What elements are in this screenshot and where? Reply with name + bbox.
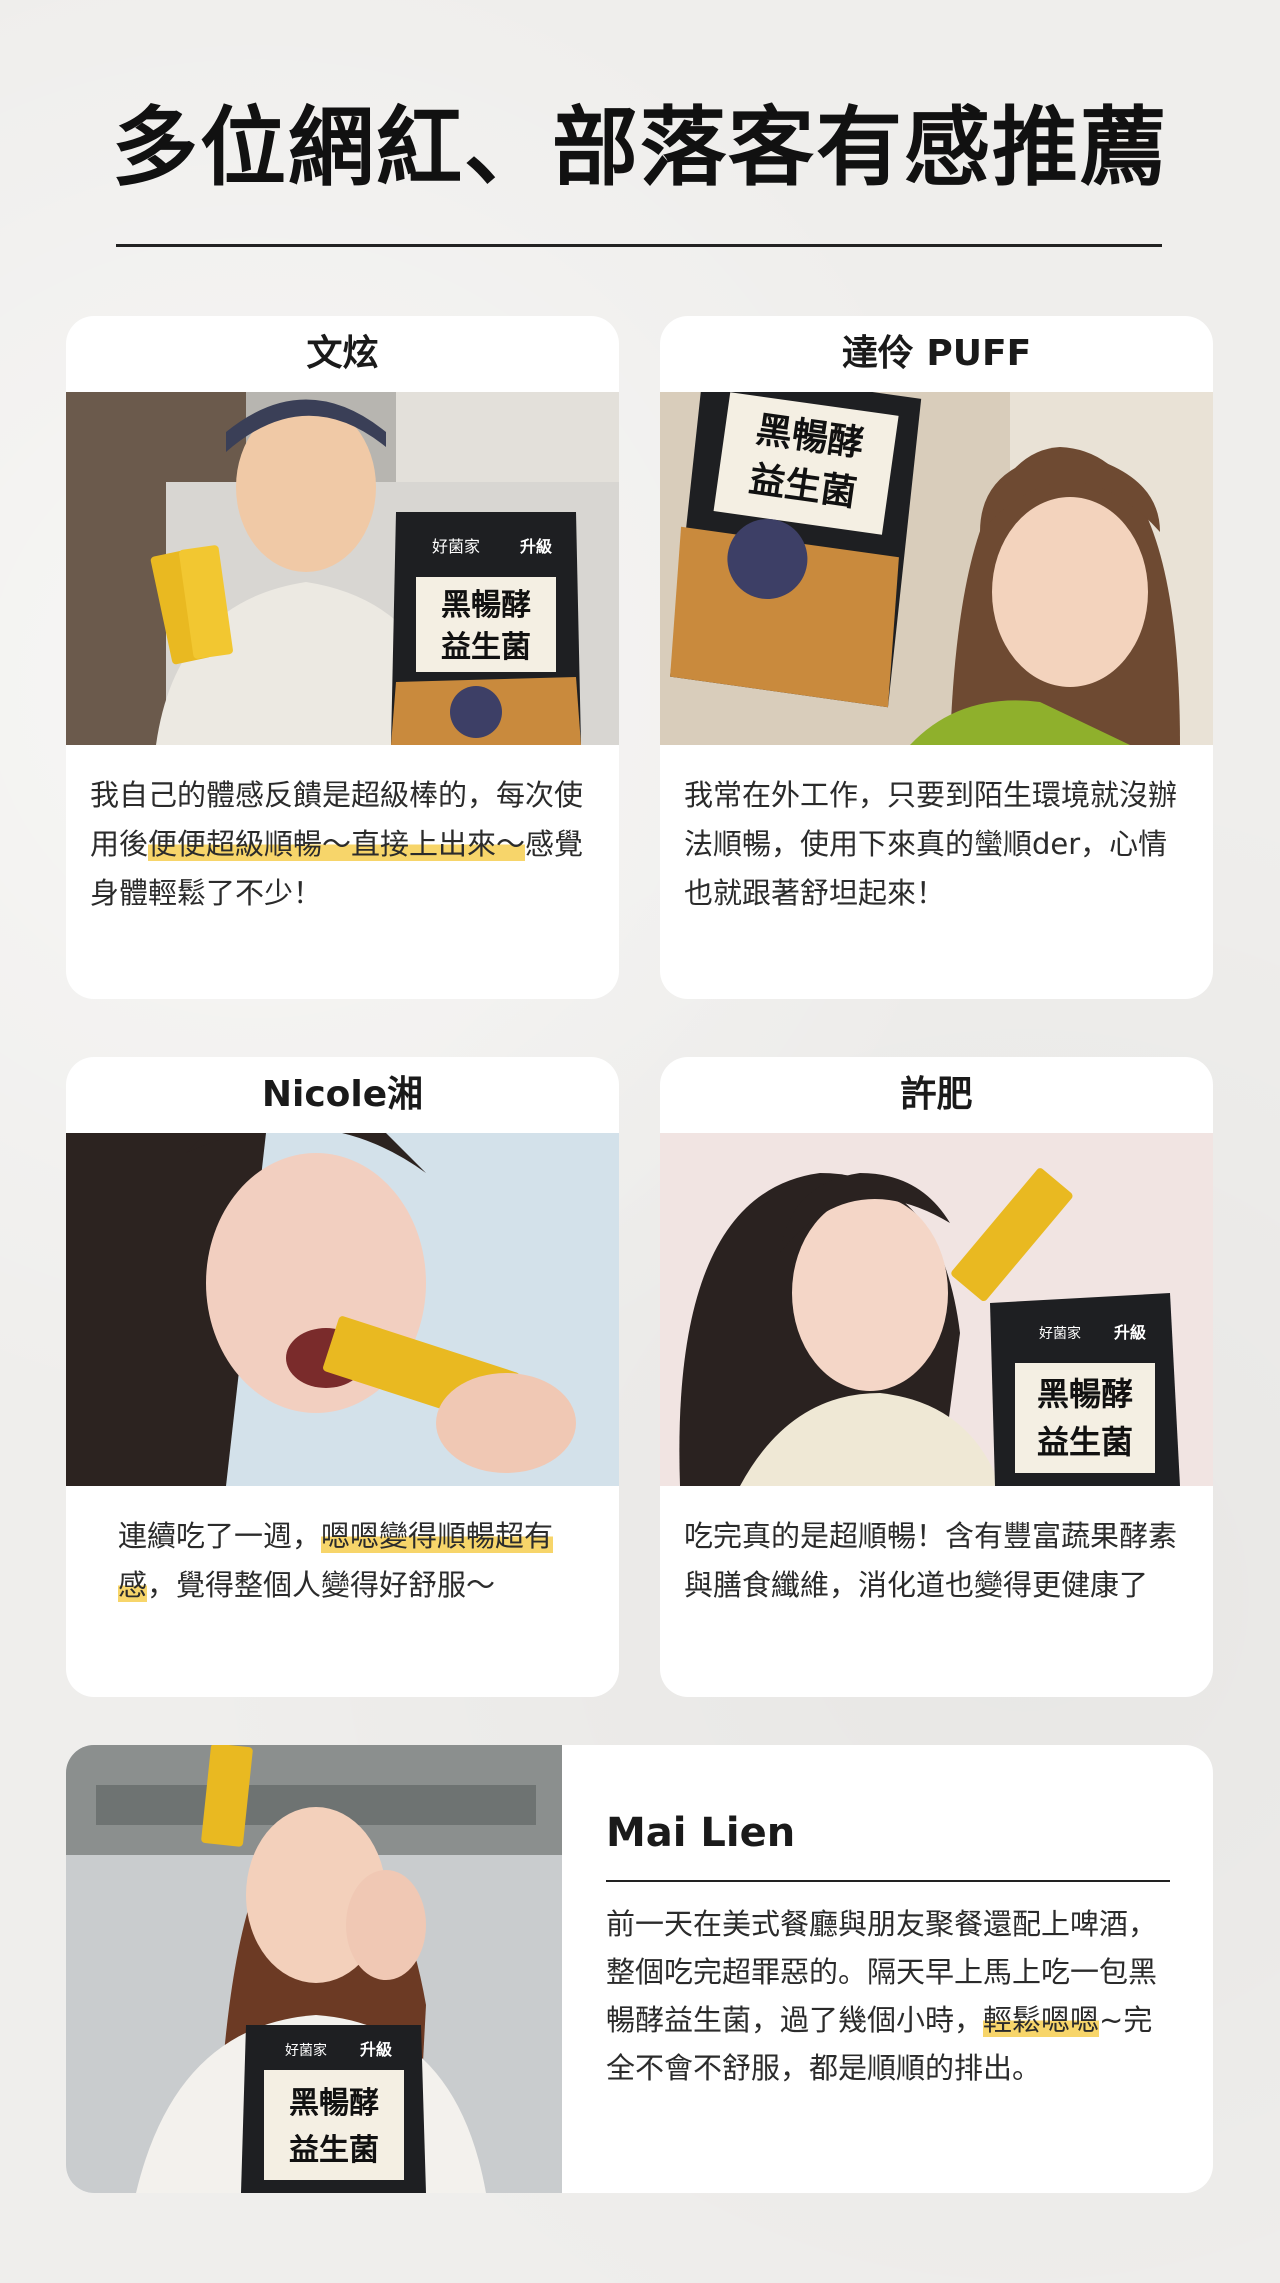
title-divider xyxy=(116,244,1162,247)
testimonial-card-4: 許肥 黑暢酵 益生菌 好菌家 升級 吃完真的是超順暢！含有豐富蔬果酵素與膳食纖維… xyxy=(660,1057,1213,1697)
reviewer-name: 達伶 PUFF xyxy=(841,333,1032,374)
product-bag: 黑暢酵 益生菌 xyxy=(670,392,922,708)
reviewer-photo: 黑暢酵 益生菌 xyxy=(660,392,1213,745)
svg-text:升級: 升級 xyxy=(1114,1323,1146,1342)
svg-text:好菌家: 好菌家 xyxy=(285,2042,327,2059)
testimonial-card-1: 文炫 黑暢酵 益生菌 好菌家 升級 我自己的體感反饋是超級棒的，每次使用後便便超… xyxy=(66,316,619,999)
quote-highlight: 輕鬆嗯嗯 xyxy=(983,2003,1100,2037)
bag-brand: 好菌家 xyxy=(432,537,480,556)
svg-text:好菌家: 好菌家 xyxy=(1039,1325,1081,1342)
bag-upgrade: 升級 xyxy=(520,537,552,556)
product-bag: 黑暢酵 益生菌 好菌家 升級 xyxy=(990,1293,1180,1486)
svg-text:益生菌: 益生菌 xyxy=(289,2133,379,2168)
reviewer-quote: 前一天在美式餐廳與朋友聚餐還配上啤酒，整個吃完超罪惡的。隔天早上馬上吃一包黑暢酵… xyxy=(606,1907,1158,2085)
testimonial-card-2: 達伶 PUFF 黑暢酵 益生菌 我常在外工作，只要到陌生環境就沒辦法順暢，使用下… xyxy=(660,316,1213,999)
reviewer-quote: 我常在外工作，只要到陌生環境就沒辦法順暢，使用下來真的蠻順der，心情也就跟著舒… xyxy=(684,778,1178,910)
svg-text:黑暢酵: 黑暢酵 xyxy=(289,2086,379,2121)
reviewer-photo xyxy=(66,1133,619,1486)
page-title: 多位網紅、部落客有感推薦 xyxy=(112,98,1168,198)
reviewer-photo: 黑暢酵 益生菌 好菌家 升級 xyxy=(66,1745,562,2193)
reviewer-name: 文炫 xyxy=(306,333,379,374)
reviewer-name: 許肥 xyxy=(900,1074,973,1115)
reviewer-photo: 黑暢酵 益生菌 好菌家 升級 xyxy=(660,1133,1213,1486)
svg-text:益生菌: 益生菌 xyxy=(1037,1423,1133,1461)
svg-text:黑暢酵: 黑暢酵 xyxy=(1037,1375,1133,1413)
reviewer-quote: 我自己的體感反饋是超級棒的，每次使用後便便超級順暢～直接上出來～感覺身體輕鬆了不… xyxy=(90,778,584,910)
reviewer-name: Mai Lien xyxy=(606,1810,796,1856)
bag-line1: 黑暢酵 xyxy=(441,588,531,623)
name-divider xyxy=(606,1880,1170,1882)
quote-highlight: 便便超級順暢～直接上出來～ xyxy=(148,827,526,861)
svg-text:升級: 升級 xyxy=(360,2040,392,2059)
bag-line2: 益生菌 xyxy=(441,630,531,665)
reviewer-quote: 吃完真的是超順暢！含有豐富蔬果酵素與膳食纖維，消化道也變得更健康了 xyxy=(684,1519,1178,1602)
product-bag: 黑暢酵 益生菌 好菌家 升級 xyxy=(391,512,581,745)
product-bag: 黑暢酵 益生菌 好菌家 升級 xyxy=(241,2025,426,2193)
reviewer-quote: 連續吃了一週，嗯嗯變得順暢超有感，覺得整個人變得好舒服～ xyxy=(118,1519,554,1602)
testimonial-card-3: Nicole湘 連續吃了一週，嗯嗯變得順暢超有感，覺得整個人變得好舒服～ xyxy=(66,1057,619,1697)
reviewer-photo: 黑暢酵 益生菌 好菌家 升級 xyxy=(66,392,619,745)
reviewer-name: Nicole湘 xyxy=(261,1074,424,1115)
